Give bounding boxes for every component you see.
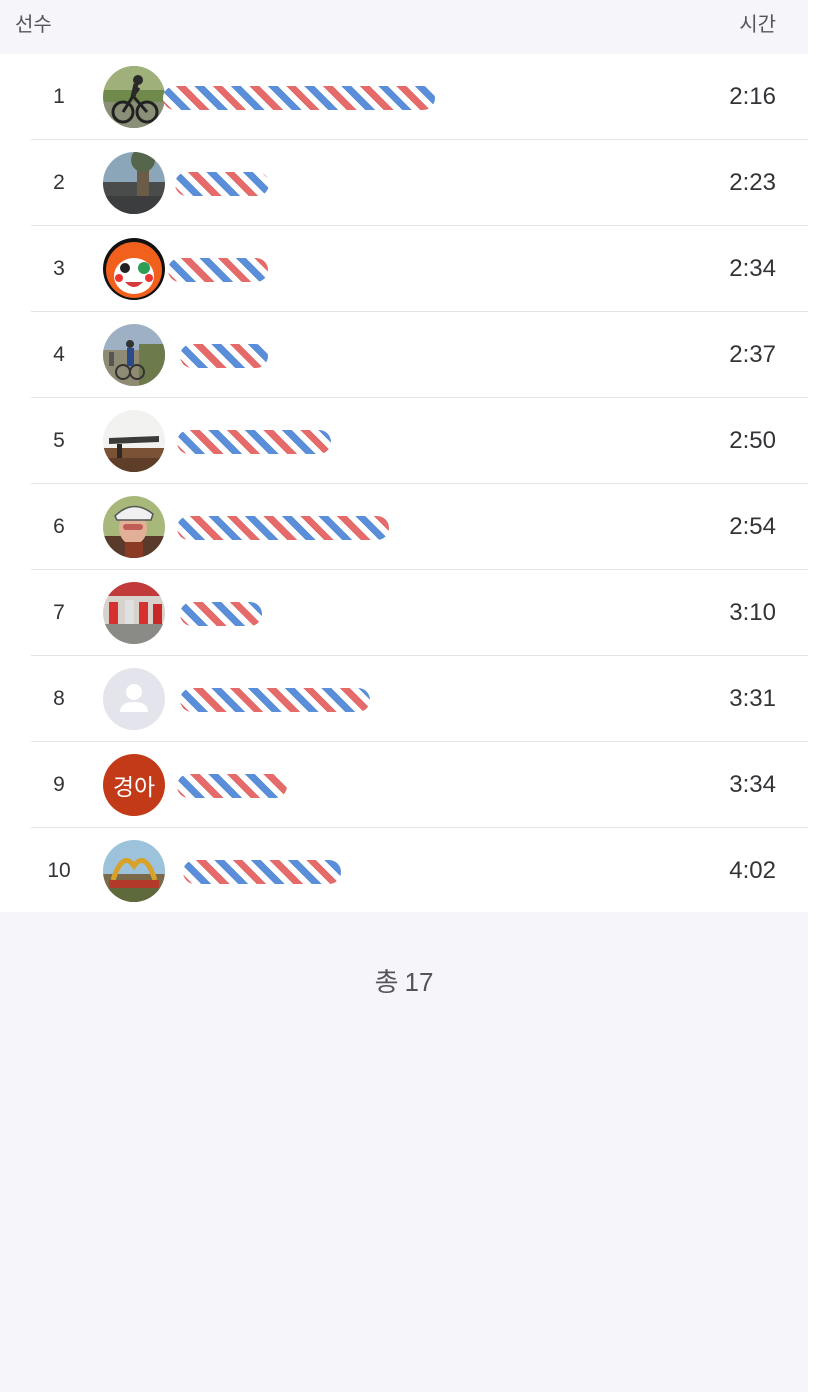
redacted-player-name [180,602,262,626]
finish-time: 2:50 [729,427,776,454]
finish-time: 2:34 [729,255,776,282]
ranking-row[interactable]: 8 3:31 [0,656,808,742]
rank-number: 7 [53,601,65,624]
ranking-row[interactable]: 3 2:34 [0,226,808,312]
ranking-row[interactable]: 10 4:02 [0,828,808,914]
player-column-header: 선수 [15,14,52,36]
time-column-header: 시간 [739,14,776,36]
cyclist-photo-avatar[interactable] [103,66,165,128]
ranking-row[interactable]: 9 경아 3:34 [0,742,808,828]
rank-number: 6 [53,515,65,538]
redacted-player-name [175,172,269,196]
ranking-list: 1 2:16 2 2:23 3 2:34 4 2:37 5 2:50 6 2:5… [0,54,808,912]
ranking-row[interactable]: 7 3:10 [0,570,808,656]
redacted-player-name [168,258,268,282]
initials-avatar[interactable]: 경아 [103,754,165,816]
total-count: 총 17 [0,962,808,999]
finish-time: 4:02 [729,857,776,884]
rank-number: 8 [53,687,65,710]
ranking-row[interactable]: 6 2:54 [0,484,808,570]
redacted-player-name [177,430,331,454]
finish-time: 2:16 [729,83,776,110]
finish-time: 3:10 [729,599,776,626]
crowd-photo-avatar[interactable] [103,582,165,644]
redacted-player-name [163,86,435,110]
rank-number: 2 [53,171,65,194]
finish-time: 2:54 [729,513,776,540]
rank-number: 1 [53,85,65,108]
rank-number: 4 [53,343,65,366]
rank-number: 5 [53,429,65,452]
rank-number: 3 [53,257,65,280]
arch-photo-avatar[interactable] [103,840,165,902]
total-number: 17 [404,967,434,997]
ranking-row[interactable]: 2 2:23 [0,140,808,226]
ranking-row[interactable]: 4 2:37 [0,312,808,398]
rank-number: 10 [47,859,71,882]
cycling-group-photo-avatar[interactable] [103,324,165,386]
cartoon-character-avatar[interactable] [103,238,165,300]
avatar-initials: 경아 [112,775,156,801]
finish-time: 2:37 [729,341,776,368]
leaderboard-panel: 선수 시간 1 2:16 2 2:23 3 2:34 4 2:37 5 2:50… [0,0,808,1392]
ranking-row[interactable]: 5 2:50 [0,398,808,484]
redacted-player-name [177,774,287,798]
finish-time: 3:34 [729,771,776,798]
redacted-player-name [180,344,268,368]
coast-photo-avatar[interactable] [103,410,165,472]
helmet-selfie-avatar[interactable] [103,496,165,558]
landscape-photo-avatar[interactable] [103,152,165,214]
redacted-player-name [183,860,341,884]
total-label: 총 [374,967,399,997]
list-header: 선수 시간 [0,0,808,54]
default-person-icon[interactable] [103,668,165,730]
rank-number: 9 [53,773,65,796]
finish-time: 2:23 [729,169,776,196]
redacted-player-name [177,516,389,540]
finish-time: 3:31 [729,685,776,712]
ranking-row[interactable]: 1 2:16 [0,54,808,140]
redacted-player-name [180,688,370,712]
